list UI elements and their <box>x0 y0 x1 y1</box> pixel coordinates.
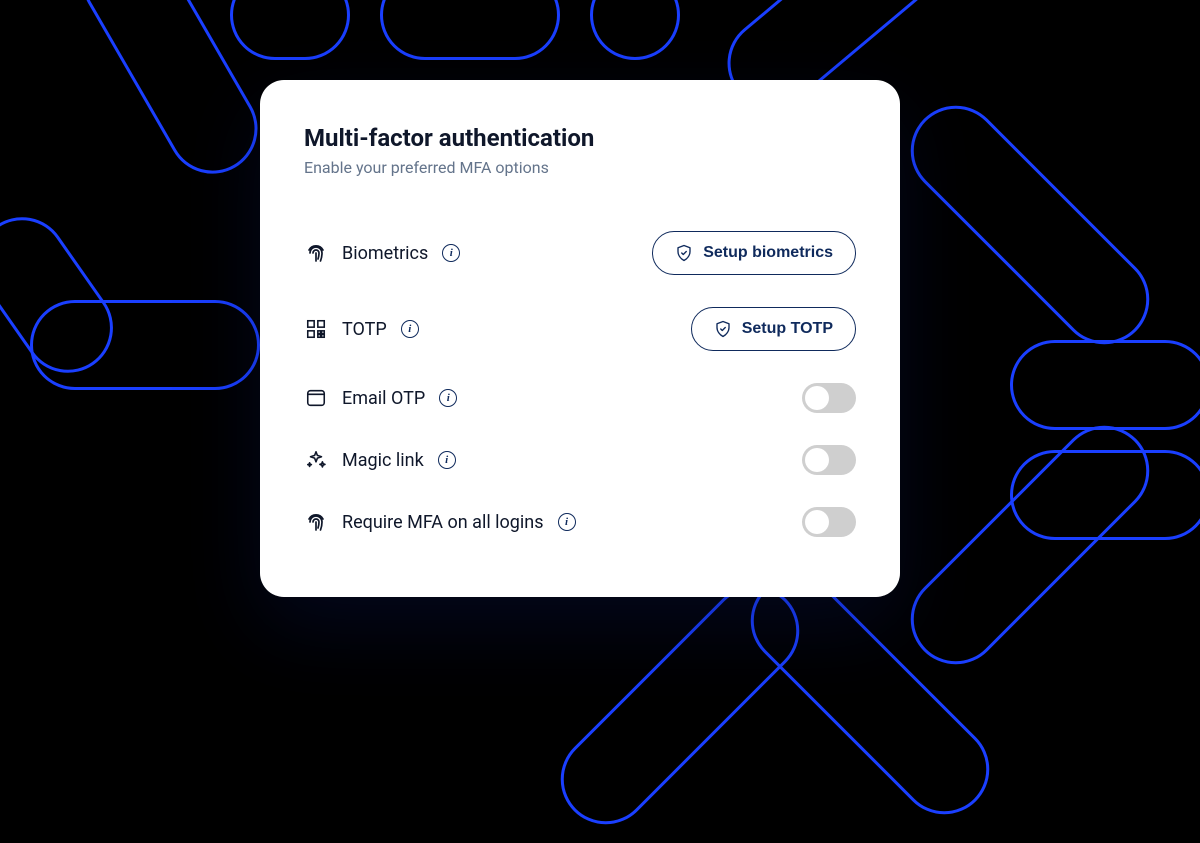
setup-totp-button[interactable]: Setup TOTP <box>691 307 856 351</box>
qr-code-icon <box>304 317 328 341</box>
sparkles-icon <box>304 448 328 472</box>
decor-pill <box>1010 340 1200 430</box>
shield-check-icon <box>714 320 732 338</box>
decor-pill <box>380 0 560 60</box>
decor-pill <box>230 0 350 60</box>
decor-pill <box>892 407 1168 683</box>
card-title: Multi-factor authentication <box>304 124 856 152</box>
mfa-card: Multi-factor authentication Enable your … <box>260 80 900 597</box>
row-label: Biometrics <box>342 243 428 264</box>
setup-biometrics-button[interactable]: Setup biometrics <box>652 231 856 275</box>
inbox-icon <box>304 386 328 410</box>
fingerprint-icon <box>304 510 328 534</box>
magic-link-toggle[interactable] <box>802 445 856 475</box>
shield-check-icon <box>675 244 693 262</box>
info-icon[interactable]: i <box>442 244 460 262</box>
button-label: Setup biometrics <box>703 244 833 262</box>
row-require-mfa: Require MFA on all logins i <box>304 491 856 553</box>
require-mfa-toggle[interactable] <box>802 507 856 537</box>
info-icon[interactable]: i <box>439 389 457 407</box>
card-subtitle: Enable your preferred MFA options <box>304 158 856 177</box>
decor-pill <box>892 87 1168 363</box>
info-icon[interactable]: i <box>401 320 419 338</box>
row-label: Magic link <box>342 450 424 471</box>
row-email-otp: Email OTP i <box>304 367 856 429</box>
email-otp-toggle[interactable] <box>802 383 856 413</box>
row-biometrics: Biometrics i Setup biometrics <box>304 215 856 291</box>
fingerprint-icon <box>304 241 328 265</box>
row-magic-link: Magic link i <box>304 429 856 491</box>
info-icon[interactable]: i <box>558 513 576 531</box>
decor-pill <box>1010 450 1200 540</box>
decor-pill <box>590 0 680 60</box>
row-label: Email OTP <box>342 388 425 409</box>
row-label: TOTP <box>342 319 387 340</box>
info-icon[interactable]: i <box>438 451 456 469</box>
button-label: Setup TOTP <box>742 320 833 338</box>
row-label: Require MFA on all logins <box>342 512 544 533</box>
row-totp: TOTP i Setup TOTP <box>304 291 856 367</box>
